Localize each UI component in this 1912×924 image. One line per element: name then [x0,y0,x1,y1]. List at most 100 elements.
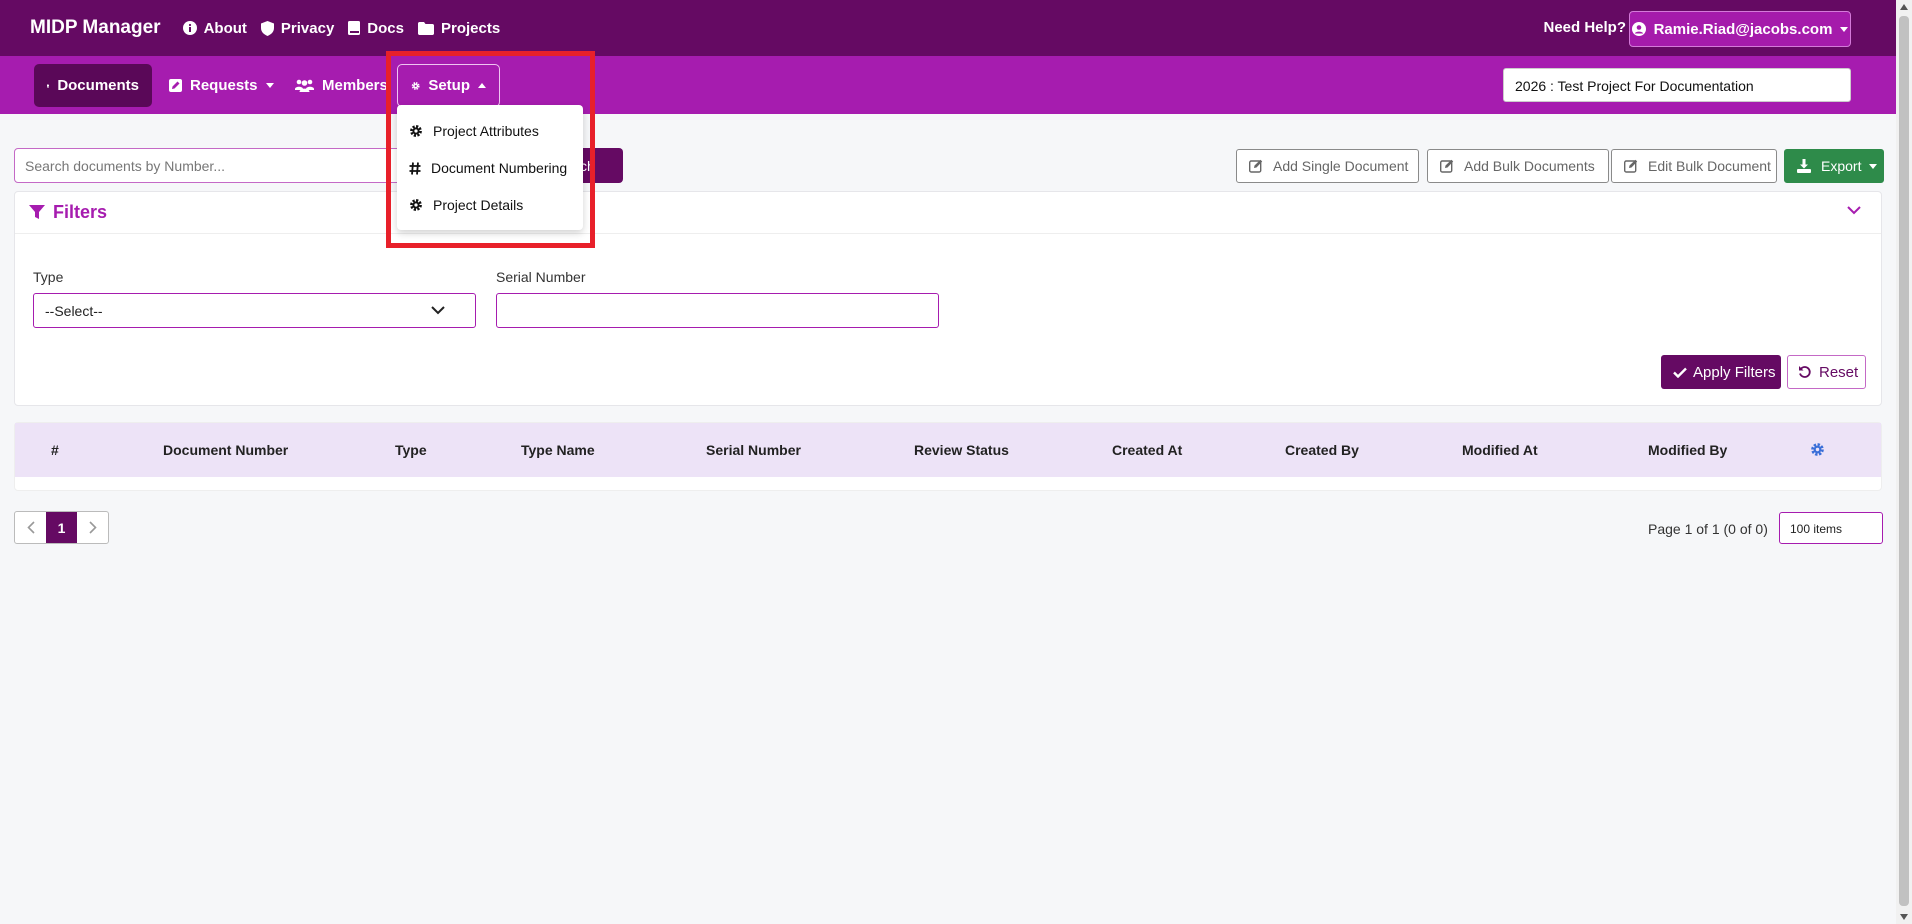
chevron-down-icon [431,306,445,315]
type-select[interactable]: --Select-- [33,293,476,328]
scroll-up-arrow-icon[interactable] [1900,4,1908,10]
menu-item-document-numbering[interactable]: Document Numbering [397,151,583,185]
nav-docs[interactable]: Docs [348,20,404,37]
documents-table: # Document Number Type Type Name Serial … [14,422,1882,491]
search-input[interactable]: Search documents by Number... [14,148,424,183]
menu-item-label: Project Details [433,197,524,213]
caret-down-icon [1840,26,1849,32]
add-single-document-button[interactable]: Add Single Document [1236,149,1419,183]
page-button-current[interactable]: 1 [46,512,77,543]
tab-setup-label: Setup [428,77,470,94]
edit-icon [1624,159,1638,173]
info-icon [182,21,197,35]
apply-filters-label: Apply Filters [1693,363,1776,381]
column-header[interactable]: Review Status [914,442,1009,458]
type-label: Type [33,269,64,285]
user-menu-button[interactable]: Ramie.Riad@jacobs.com [1629,11,1851,47]
tab-documents-label: Documents [57,77,139,94]
edit-square-icon [169,79,182,92]
filters-panel: Filters Type --Select-- Serial Number Ap… [14,191,1882,406]
edit-icon [1249,159,1263,173]
pagination: 1 [14,511,109,544]
nav-privacy[interactable]: Privacy [260,19,335,37]
nav-about-label: About [203,19,247,37]
vertical-scrollbar[interactable] [1896,0,1912,924]
serial-number-label: Serial Number [496,269,586,285]
reset-label: Reset [1819,363,1859,381]
shield-icon [260,20,274,36]
column-header[interactable]: Document Number [163,442,288,458]
column-header[interactable]: Created At [1112,442,1182,458]
tab-setup[interactable]: Setup [397,64,500,107]
tab-members-label: Members [322,77,388,94]
caret-up-icon [478,83,486,88]
nav-docs-label: Docs [367,19,404,37]
tab-requests[interactable]: Requests [156,64,287,107]
scrollbar-thumb[interactable] [1899,16,1909,906]
scroll-down-arrow-icon[interactable] [1900,914,1908,920]
filter-icon [29,205,45,219]
check-icon [1673,367,1687,378]
type-select-value: --Select-- [45,303,103,319]
page-info: Page 1 of 1 (0 of 0) [1648,521,1768,537]
export-button[interactable]: Export [1784,149,1884,183]
caret-down-icon [265,83,274,88]
tab-members[interactable]: Members [282,64,401,107]
filters-header[interactable]: Filters [15,192,1881,234]
hash-icon [409,161,421,175]
column-settings-gear-icon[interactable] [1810,442,1825,457]
column-header[interactable]: Modified By [1648,442,1727,458]
add-bulk-documents-button[interactable]: Add Bulk Documents [1427,149,1609,183]
top-navbar: MIDP Manager About Privacy Docs Projects… [0,0,1896,56]
column-header[interactable]: Type [395,442,427,458]
gear-icon [410,125,422,137]
tab-requests-label: Requests [190,77,258,94]
nav-projects-label: Projects [440,19,501,37]
gear-icon [411,81,420,90]
prev-page-button[interactable] [15,512,46,543]
nav-privacy-label: Privacy [280,19,335,37]
column-header[interactable]: Modified At [1462,442,1538,458]
edit-bulk-label: Edit Bulk Document [1648,158,1771,174]
need-help-link[interactable]: Need Help? [1543,19,1626,36]
serial-number-input[interactable] [496,293,939,328]
caret-down-icon [1869,163,1878,169]
tab-documents[interactable]: Documents [34,64,152,107]
gear-icon [410,199,422,211]
page-size-select[interactable]: 100 items [1779,512,1883,544]
chevron-right-icon [88,521,97,534]
column-header[interactable]: Serial Number [706,442,801,458]
apply-filters-button[interactable]: Apply Filters [1661,355,1781,389]
column-header[interactable]: # [51,442,59,458]
user-email: Ramie.Riad@jacobs.com [1653,20,1833,38]
users-icon [295,79,314,92]
chevron-down-icon[interactable] [1847,206,1861,215]
column-header[interactable]: Type Name [521,442,595,458]
export-label: Export [1821,158,1862,174]
brand-logo[interactable]: MIDP Manager [30,17,161,39]
edit-bulk-document-button[interactable]: Edit Bulk Document [1611,149,1777,183]
book-icon [348,21,361,35]
table-header: # Document Number Type Type Name Serial … [15,423,1881,477]
user-circle-icon [1631,22,1646,36]
chevron-left-icon [26,521,35,534]
setup-dropdown-menu: Project Attributes Document Numbering Pr… [397,105,583,230]
filters-title: Filters [53,202,108,222]
menu-item-project-attributes[interactable]: Project Attributes [397,114,583,148]
column-header[interactable]: Created By [1285,442,1359,458]
nav-projects[interactable]: Projects [417,19,501,37]
undo-icon [1799,366,1811,378]
sub-navbar: Documents Requests Members Setup 2026 : … [0,56,1896,114]
file-icon [47,84,50,87]
reset-button[interactable]: Reset [1787,355,1866,389]
add-single-label: Add Single Document [1273,158,1409,174]
project-selector[interactable]: 2026 : Test Project For Documentation [1503,68,1851,102]
next-page-button[interactable] [77,512,108,543]
edit-icon [1440,159,1454,173]
nav-about[interactable]: About [182,19,247,37]
menu-item-project-details[interactable]: Project Details [397,188,583,222]
menu-item-label: Project Attributes [433,123,539,139]
add-bulk-label: Add Bulk Documents [1464,158,1595,174]
menu-item-label: Document Numbering [431,160,568,176]
download-icon [1797,159,1811,173]
